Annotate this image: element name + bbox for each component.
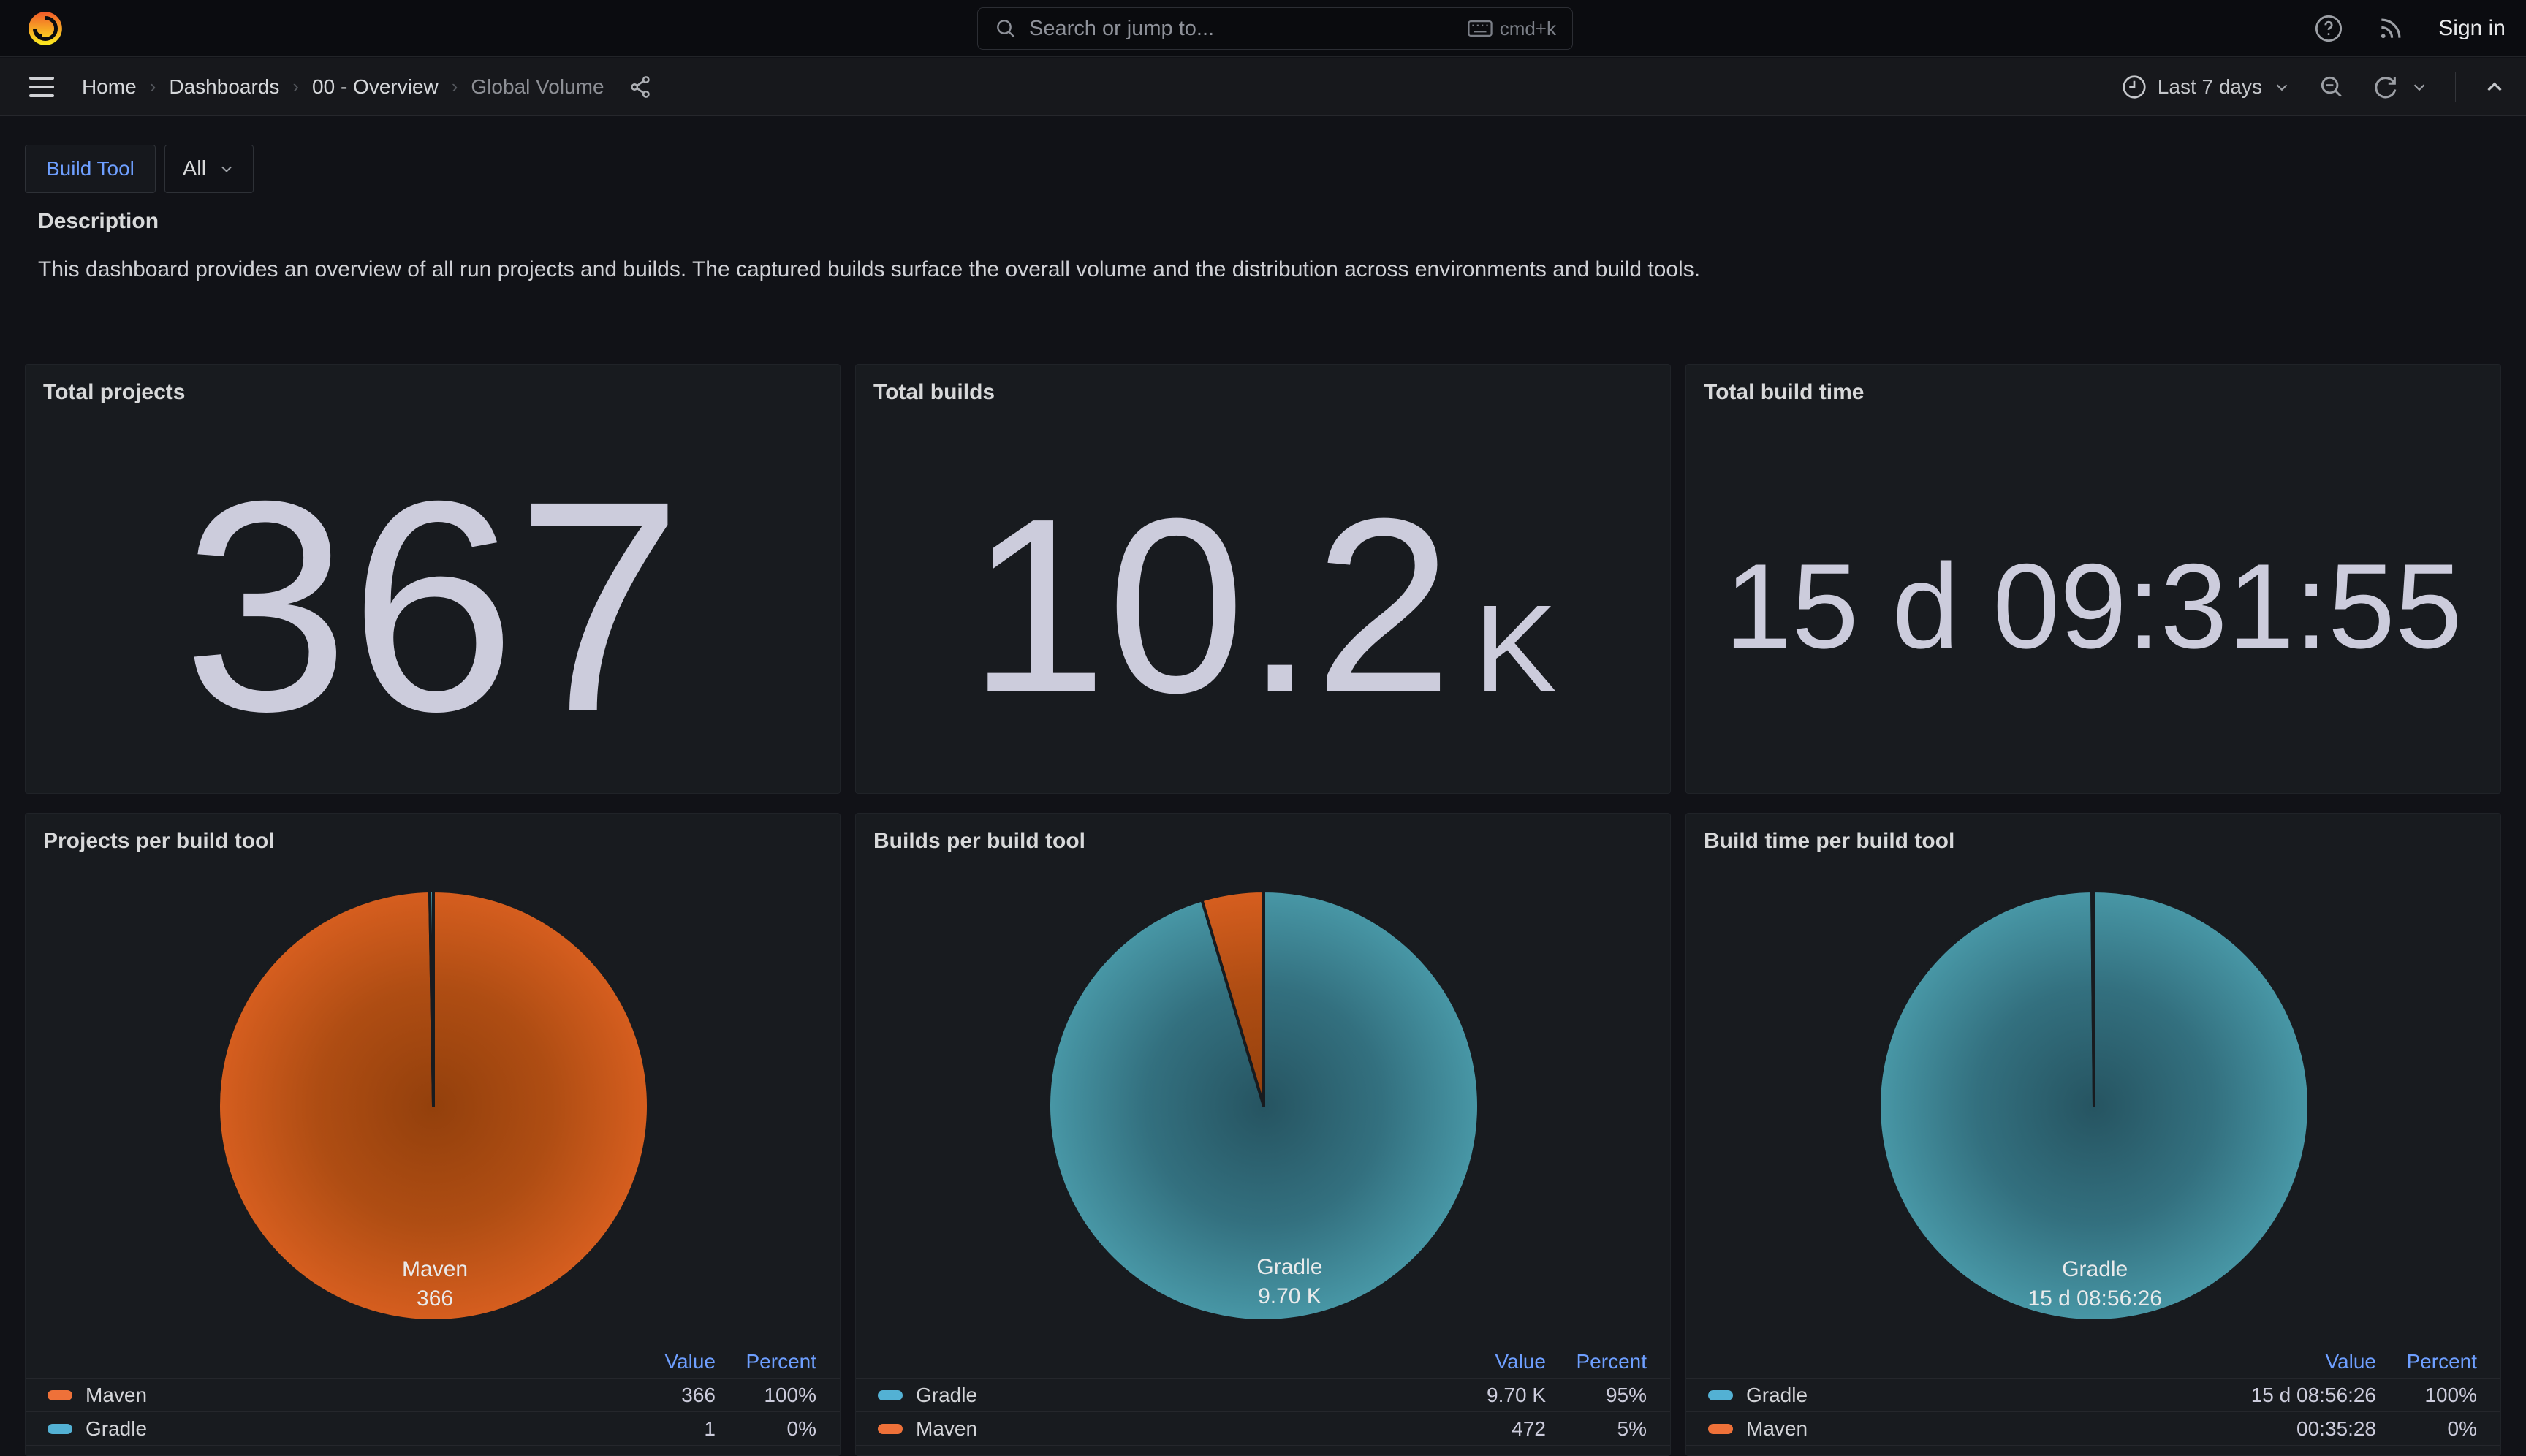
zoom-out-icon[interactable] xyxy=(2318,73,2345,101)
refresh-icon[interactable] xyxy=(2372,73,2400,101)
legend-row[interactable]: Gradle 15 d 08:56:26 100% xyxy=(1686,1379,2500,1412)
legend-header-row: Value Percent xyxy=(26,1345,840,1379)
legend-percent-header[interactable]: Percent xyxy=(2376,1350,2477,1373)
series-color-pill xyxy=(48,1390,72,1400)
breadcrumb-overview[interactable]: 00 - Overview xyxy=(312,75,439,99)
share-icon[interactable] xyxy=(628,75,653,99)
panel-builds-per-build-tool: Builds per build tool Gradle 9.70 K Valu… xyxy=(855,813,1671,1456)
legend-percent-header[interactable]: Percent xyxy=(716,1350,816,1373)
chevron-down-icon xyxy=(2272,77,2291,96)
legend-value-header[interactable]: Value xyxy=(1356,1350,1546,1373)
search-input[interactable]: Search or jump to... cmd+k xyxy=(977,7,1573,50)
legend-value-header[interactable]: Value xyxy=(526,1350,716,1373)
grafana-logo-icon[interactable] xyxy=(26,9,64,48)
clock-icon xyxy=(2121,74,2147,100)
breadcrumb-current: Global Volume xyxy=(471,75,604,99)
description-heading: Description xyxy=(38,209,159,234)
legend-row[interactable]: Maven 366 100% xyxy=(26,1379,840,1412)
stat-value: 10.2 K xyxy=(968,463,1557,749)
panel-build-time-per-build-tool: Build time per build tool Gradle 15 d 08… xyxy=(1685,813,2501,1456)
rss-icon[interactable] xyxy=(2377,15,2405,42)
pie-legend: Value Percent Gradle 9.70 K 95% Maven 47… xyxy=(856,1345,1670,1446)
time-range-label: Last 7 days xyxy=(2158,75,2262,99)
variable-label-build-tool: Build Tool xyxy=(25,145,156,193)
time-range-picker[interactable]: Last 7 days xyxy=(2121,74,2291,100)
panel-projects-per-build-tool: Projects per build tool Maven 366 Value … xyxy=(25,813,841,1456)
legend-header-row: Value Percent xyxy=(1686,1345,2500,1379)
search-placeholder: Search or jump to... xyxy=(1029,17,1468,41)
help-icon[interactable] xyxy=(2314,14,2343,43)
pie-center-label: Gradle 9.70 K xyxy=(1256,1253,1322,1311)
panel-title: Total projects xyxy=(43,379,185,406)
menu-toggle-icon[interactable] xyxy=(25,70,58,104)
toolbar-divider xyxy=(2455,72,2456,102)
legend-percent-header[interactable]: Percent xyxy=(1546,1350,1647,1373)
collapse-toolbar-icon[interactable] xyxy=(2482,75,2507,99)
breadcrumb-separator: › xyxy=(452,75,458,98)
pie-center-label: Maven 366 xyxy=(402,1255,468,1313)
panel-title: Total build time xyxy=(1704,379,1864,406)
stat-suffix: K xyxy=(1474,577,1557,721)
stat-value: 367 xyxy=(183,434,683,778)
stat-value: 15 d 09:31:55 xyxy=(1724,537,2462,675)
sign-in-button[interactable]: Sign in xyxy=(2438,16,2506,41)
series-color-pill xyxy=(878,1424,903,1434)
series-color-pill xyxy=(1708,1390,1733,1400)
pie-legend: Value Percent Gradle 15 d 08:56:26 100% … xyxy=(1686,1345,2500,1446)
legend-row[interactable]: Gradle 1 0% xyxy=(26,1412,840,1446)
legend-row[interactable]: Maven 472 5% xyxy=(856,1412,1670,1446)
legend-row[interactable]: Gradle 9.70 K 95% xyxy=(856,1379,1670,1412)
breadcrumb-home[interactable]: Home xyxy=(82,75,137,99)
breadcrumb: Home › Dashboards › 00 - Overview › Glob… xyxy=(82,75,653,99)
series-color-pill xyxy=(48,1424,72,1434)
variable-value-dropdown[interactable]: All xyxy=(164,145,254,193)
breadcrumb-separator: › xyxy=(150,75,156,98)
series-color-pill xyxy=(1708,1424,1733,1434)
pie-legend: Value Percent Maven 366 100% Gradle 1 0% xyxy=(26,1345,840,1446)
legend-row[interactable]: Maven 00:35:28 0% xyxy=(1686,1412,2500,1446)
description-text: This dashboard provides an overview of a… xyxy=(38,257,1700,282)
keyboard-icon xyxy=(1468,19,1493,38)
chevron-down-icon xyxy=(218,160,235,178)
panel-title: Total builds xyxy=(873,379,995,406)
chevron-down-icon[interactable] xyxy=(2410,77,2429,96)
breadcrumb-dashboards[interactable]: Dashboards xyxy=(169,75,279,99)
dashboard-variables: Build Tool All xyxy=(25,145,254,193)
panel-total-projects: Total projects 367 xyxy=(25,364,841,794)
breadcrumb-toolbar: Home › Dashboards › 00 - Overview › Glob… xyxy=(0,58,2526,116)
panel-total-builds: Total builds 10.2 K xyxy=(855,364,1671,794)
top-bar: Search or jump to... cmd+k Sign in xyxy=(0,0,2526,57)
pie-center-label: Gradle 15 d 08:56:26 xyxy=(2028,1255,2162,1313)
search-shortcut: cmd+k xyxy=(1468,18,1556,40)
legend-header-row: Value Percent xyxy=(856,1345,1670,1379)
panel-total-build-time: Total build time 15 d 09:31:55 xyxy=(1685,364,2501,794)
search-icon xyxy=(994,17,1017,40)
breadcrumb-separator: › xyxy=(292,75,299,98)
series-color-pill xyxy=(878,1390,903,1400)
legend-value-header[interactable]: Value xyxy=(2186,1350,2376,1373)
